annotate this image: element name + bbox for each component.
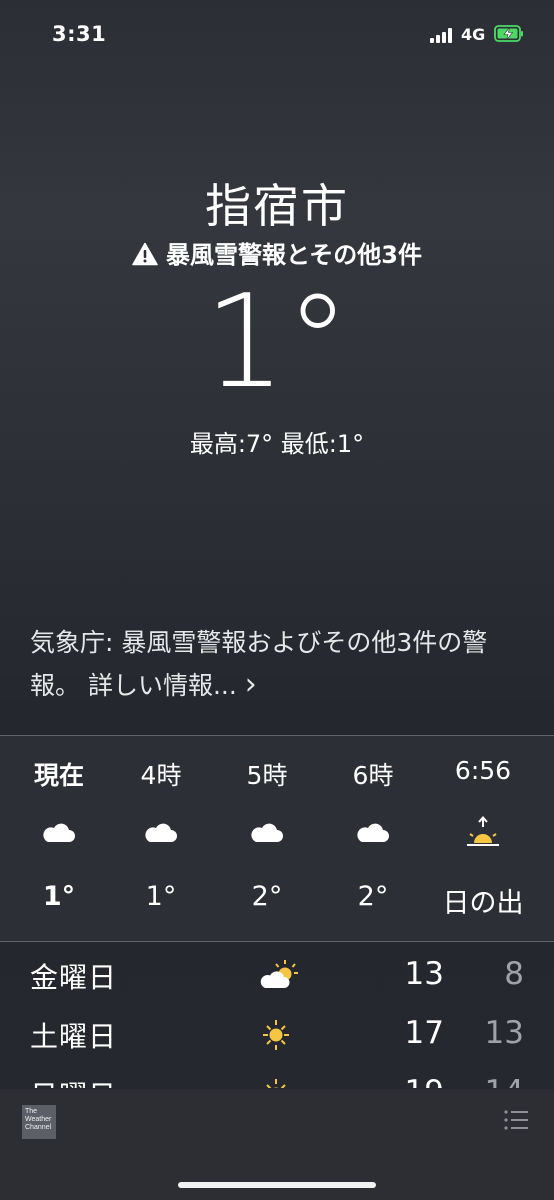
- day-low: 8: [504, 956, 524, 992]
- cloud-icon: [357, 823, 389, 842]
- day-name: 土曜日: [30, 1020, 118, 1053]
- hour-temperature: 日の出: [442, 888, 524, 919]
- alert-text: 暴風雪警報とその他3件: [166, 241, 422, 269]
- day-row: 金曜日 13 8: [0, 946, 554, 1004]
- day-low: 13: [484, 1015, 524, 1051]
- status-bar: 3:31 4G: [0, 0, 554, 70]
- sun-icon: [266, 1079, 286, 1088]
- daily-forecast[interactable]: 金曜日 13 8 土曜日 17 13 日曜日: [0, 942, 554, 1088]
- hour-temperature: 1°: [145, 881, 177, 912]
- hour-temperature: 2°: [357, 881, 389, 912]
- hour-temperature: 2°: [251, 881, 283, 912]
- hourly-forecast[interactable]: 現在 1° 4時 1° 5時 2° 6時 2° 6:56 日の出: [0, 736, 554, 941]
- day-row: 土曜日 17 13: [0, 1005, 554, 1063]
- alert-notice-text: 気象庁: 暴風雪警報およびその他3件の警報。 詳しい情報...: [30, 628, 488, 700]
- status-time: 3:31: [52, 22, 107, 46]
- hour-label: 6時: [352, 761, 394, 790]
- day-high: 19: [380, 1074, 444, 1088]
- weather-channel-logo[interactable]: The Weather Channel: [22, 1105, 56, 1139]
- day-low: 14: [460, 1074, 524, 1088]
- current-temperature: 1°: [204, 268, 350, 417]
- sun-icon: [263, 1020, 289, 1050]
- battery-charging-icon: [494, 25, 523, 42]
- hour-label: 5時: [246, 761, 288, 790]
- day-name: 金曜日: [30, 961, 118, 994]
- bottom-toolbar: The Weather Channel: [0, 1089, 554, 1200]
- day-high: 13: [404, 956, 444, 992]
- weather-alert[interactable]: 暴風雪警報とその他3件: [0, 235, 554, 270]
- city-name: 指宿市: [205, 179, 349, 233]
- chevron-right-icon: ›: [244, 667, 257, 702]
- hour-label: 現在: [33, 761, 84, 790]
- day-row: 日曜日 19 14: [0, 1064, 554, 1088]
- signal-icon: [430, 27, 456, 43]
- hour-label: 4時: [140, 761, 182, 790]
- cloud-icon: [145, 823, 177, 842]
- cloud-icon: [43, 823, 75, 842]
- home-indicator[interactable]: [178, 1182, 376, 1188]
- day-name: 日曜日: [30, 1074, 117, 1088]
- hour-label: 6:56: [454, 756, 512, 785]
- alert-notice[interactable]: 気象庁: 暴風雪警報およびその他3件の警報。 詳しい情報... ›: [30, 622, 530, 707]
- list-icon[interactable]: [503, 1109, 529, 1131]
- hour-temperature: 1°: [42, 881, 76, 912]
- sunrise-icon: [467, 815, 499, 846]
- high-low-temperature: 最高:7° 最低:1°: [189, 430, 365, 458]
- network-type: 4G: [461, 25, 486, 44]
- partly-sunny-icon: [260, 960, 298, 988]
- cloud-icon: [251, 823, 283, 842]
- warning-icon: [132, 242, 158, 266]
- day-high: 17: [404, 1015, 444, 1051]
